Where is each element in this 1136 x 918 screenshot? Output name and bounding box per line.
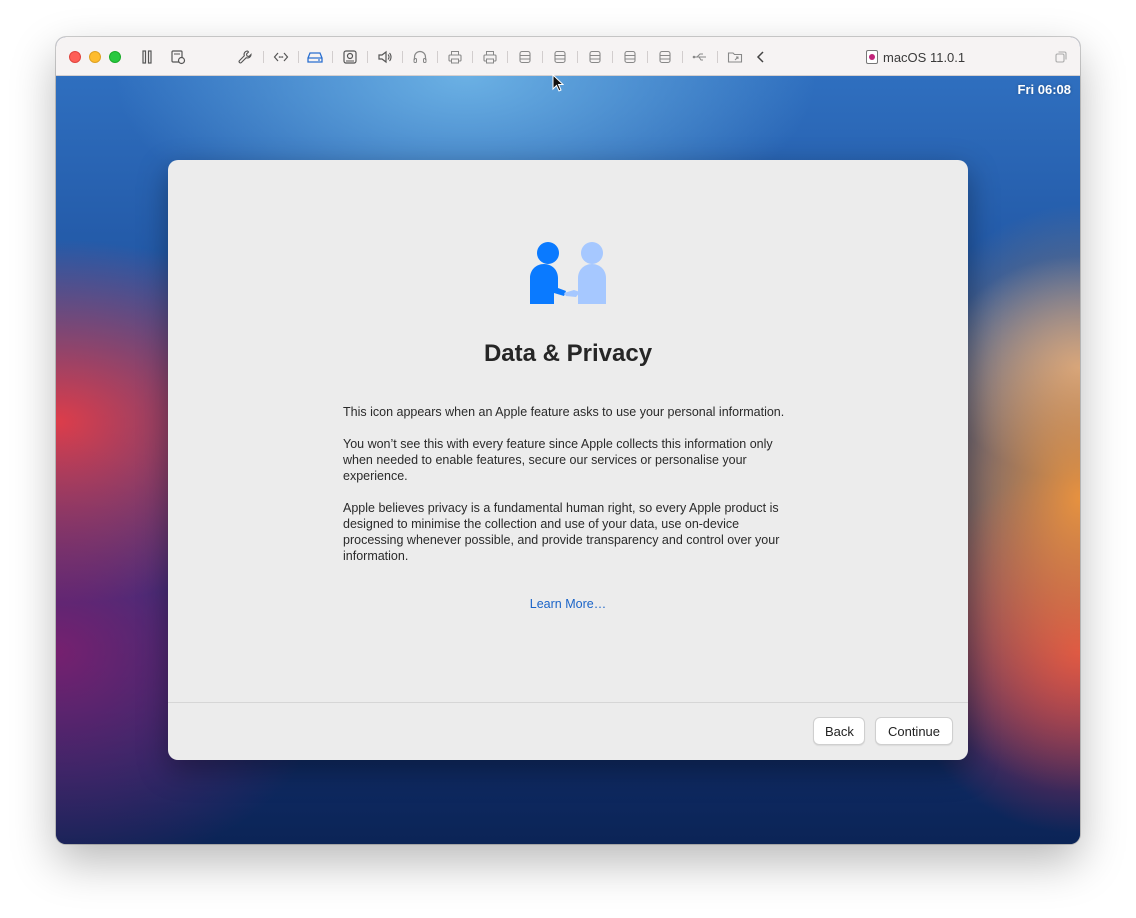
desktop-background: Fri 06:08 Data & Privacy This icon appea…: [56, 76, 1080, 844]
disk-icon[interactable]: [516, 48, 534, 66]
speaker-icon[interactable]: [376, 48, 394, 66]
mouse-pointer-icon: [552, 74, 564, 92]
vm-title-label: macOS 11.0.1: [883, 49, 966, 65]
disk-icon[interactable]: [621, 48, 639, 66]
wrench-icon[interactable]: [236, 48, 254, 66]
webcam-icon[interactable]: [341, 48, 359, 66]
body-paragraph: You won’t see this with every feature si…: [343, 437, 773, 483]
snapshot-icon[interactable]: [169, 48, 187, 66]
back-button[interactable]: Back: [813, 717, 865, 745]
vm-title: macOS 11.0.1: [866, 48, 965, 66]
dialog-title: Data & Privacy: [483, 340, 653, 367]
printer-icon[interactable]: [481, 48, 499, 66]
zoom-button[interactable]: [109, 51, 121, 63]
usb-icon[interactable]: [691, 48, 709, 66]
dialog-footer: Back Continue: [168, 702, 968, 760]
window-icon[interactable]: [1052, 48, 1070, 66]
disk-icon[interactable]: [586, 48, 604, 66]
headphones-icon[interactable]: [411, 48, 429, 66]
continue-button[interactable]: Continue: [875, 717, 953, 745]
dialog-body: This icon appears when an Apple feature …: [343, 404, 793, 580]
handshake-privacy-icon: [530, 242, 606, 304]
menubar-clock[interactable]: Fri 06:08: [1018, 82, 1071, 97]
title-bar: macOS 11.0.1: [56, 37, 1080, 76]
pause-icon[interactable]: [138, 48, 156, 66]
learn-more-link[interactable]: Learn More…: [168, 597, 968, 611]
drive-icon[interactable]: [306, 48, 324, 66]
code-icon[interactable]: [272, 48, 290, 66]
close-button[interactable]: [69, 51, 81, 63]
body-paragraph: This icon appears when an Apple feature …: [343, 405, 785, 419]
disk-icon[interactable]: [656, 48, 674, 66]
minimize-button[interactable]: [89, 51, 101, 63]
vm-window: macOS 11.0.1 Fri 06:08 Data & Privacy Th…: [56, 37, 1080, 844]
printer-icon[interactable]: [446, 48, 464, 66]
folder-share-icon[interactable]: [726, 48, 744, 66]
body-paragraph: Apple believes privacy is a fundamental …: [343, 501, 780, 563]
setup-assistant-panel: Data & Privacy This icon appears when an…: [168, 160, 968, 760]
chevron-left-icon[interactable]: [752, 48, 770, 66]
vm-document-icon: [866, 50, 878, 64]
disk-icon[interactable]: [551, 48, 569, 66]
